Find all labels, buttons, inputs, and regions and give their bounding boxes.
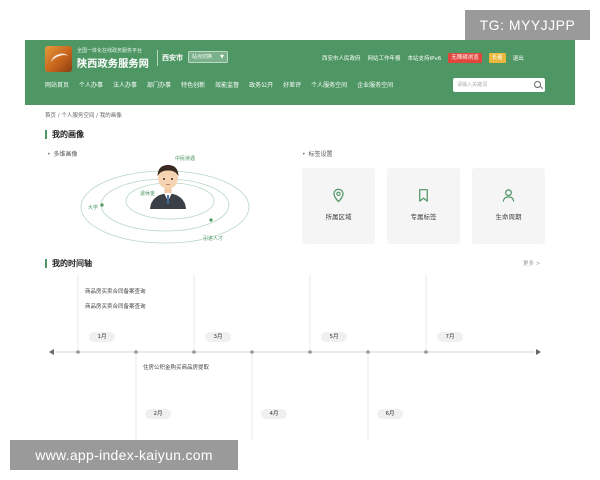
watermark-top: TG: MYYJJPP <box>465 10 590 40</box>
search-icon[interactable] <box>534 81 541 88</box>
card-lifecycle[interactable]: 生命周期 <box>472 168 545 244</box>
header-bar: 全国一体化在线政务服务平台 陕西政务服务网 西安市 站点切换 ▼ 西安市人民政府… <box>25 40 575 105</box>
timeline-section-title: 我的时间轴 <box>45 259 92 268</box>
month-label: 2月 <box>145 409 171 419</box>
timeline-event[interactable]: 住房公积金购买商品房提取 <box>143 363 209 371</box>
page-container: 全国一体化在线政务服务平台 陕西政务服务网 西安市 站点切换 ▼ 西安市人民政府… <box>25 40 575 440</box>
person-icon <box>502 189 515 202</box>
search-placeholder: 请输入关键词 <box>457 82 488 88</box>
timeline-more-link[interactable]: 更多 > <box>523 259 540 267</box>
city-switch-dropdown[interactable]: 站点切换 ▼ <box>188 51 228 63</box>
nav-item-innovation[interactable]: 特色创新 <box>181 80 205 89</box>
nav-item-home[interactable]: 网站首页 <box>45 80 69 89</box>
search-input[interactable]: 请输入关键词 <box>453 78 545 92</box>
timeline-event[interactable]: 商品房买卖合同备案查询 <box>85 302 146 310</box>
site-logo-icon[interactable] <box>45 46 72 72</box>
timeline-event[interactable]: 商品房买卖合同备案查询 <box>85 287 146 295</box>
elder-mode-button[interactable]: 长者 <box>488 53 506 63</box>
card-region-label: 所属区域 <box>325 213 352 221</box>
card-region[interactable]: 所属区域 <box>302 168 375 244</box>
logo-subtitle: 全国一体化在线政务服务平台 <box>77 48 143 54</box>
location-pin-icon <box>333 188 344 203</box>
month-label: 1月 <box>89 332 115 342</box>
month-label: 6月 <box>377 409 403 419</box>
month-label: 4月 <box>261 409 287 419</box>
city-switch-label: 站点切换 <box>192 54 213 60</box>
top-links: 西安市人民政府 网站工作年报 本站支持IPv6 无障碍浏览 长者 退出 <box>322 53 524 63</box>
link-ipv6[interactable]: 本站支持IPv6 <box>408 54 442 62</box>
current-city: 西安市 <box>162 54 183 62</box>
nav-item-personal[interactable]: 个人办事 <box>79 80 103 89</box>
card-lifecycle-label: 生命周期 <box>495 213 522 221</box>
accessibility-button[interactable]: 无障碍浏览 <box>448 53 482 63</box>
avatar <box>150 165 186 209</box>
watermark-bottom: www.app-index-kaiyun.com <box>10 440 238 470</box>
logo-title[interactable]: 陕西政务服务网 <box>77 55 149 70</box>
logo-divider <box>157 50 158 66</box>
link-annual-report[interactable]: 网站工作年报 <box>368 54 401 62</box>
card-tags-label: 专属标签 <box>410 213 437 221</box>
nav-item-disclosure[interactable]: 政务公开 <box>249 80 273 89</box>
nav-item-supervision[interactable]: 效能监督 <box>215 80 239 89</box>
persona-tag[interactable]: 大学 <box>88 204 98 211</box>
month-label: 5月 <box>321 332 347 342</box>
bookmark-icon <box>419 189 428 202</box>
main-nav: 网站首页 个人办事 法人办事 部门办事 特色创新 效能监督 政务公开 好差评 个… <box>45 80 393 89</box>
timeline-axis <box>49 275 541 440</box>
nav-item-personal-space[interactable]: 个人服务空间 <box>311 80 347 89</box>
portrait-section-title: 我的画像 <box>45 130 84 139</box>
persona-tag[interactable]: 引进人才 <box>203 235 223 242</box>
nav-item-department[interactable]: 部门办事 <box>147 80 171 89</box>
tag-settings-label: 标签设置 <box>302 149 333 158</box>
breadcrumb: 首页 / 个人服务空间 / 我的画像 <box>45 113 122 119</box>
link-city-government[interactable]: 西安市人民政府 <box>322 54 361 62</box>
card-tags[interactable]: 专属标签 <box>387 168 460 244</box>
nav-item-review[interactable]: 好差评 <box>283 80 301 89</box>
logout-link[interactable]: 退出 <box>513 54 524 62</box>
month-label: 3月 <box>205 332 231 342</box>
nav-item-corporate[interactable]: 法人办事 <box>113 80 137 89</box>
nav-item-enterprise-space[interactable]: 企业服务空间 <box>357 80 393 89</box>
multi-dimension-label: 多维画像 <box>47 149 78 158</box>
persona-tag[interactable]: 中民待遇 <box>175 155 195 162</box>
month-label: 7月 <box>437 332 463 342</box>
persona-tag[interactable]: 退休金 <box>140 190 155 197</box>
chevron-down-icon: ▼ <box>220 54 224 60</box>
